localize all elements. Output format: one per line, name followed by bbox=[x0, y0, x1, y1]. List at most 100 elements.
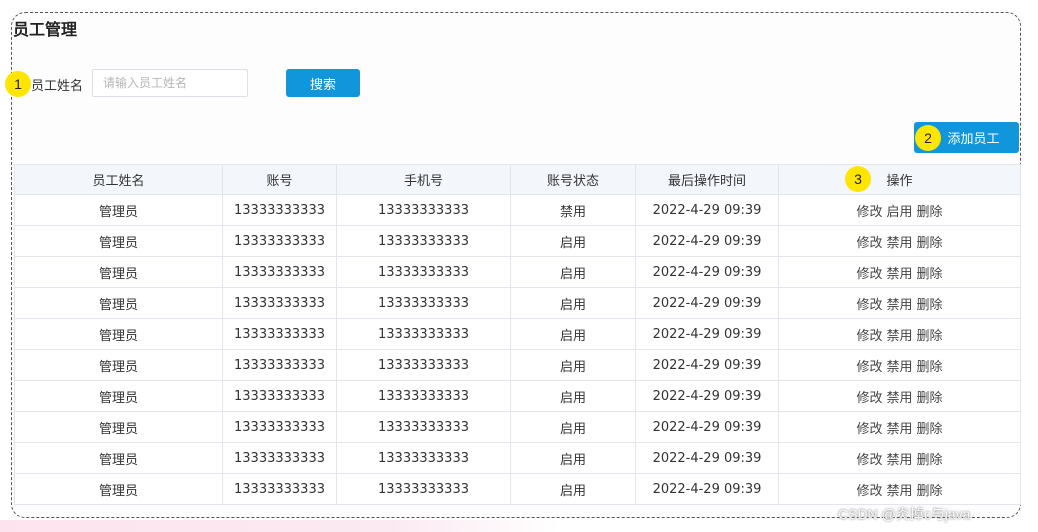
delete-link[interactable]: 删除 bbox=[917, 356, 943, 375]
disable-link[interactable]: 禁用 bbox=[886, 263, 912, 282]
cell-actions: 修改 禁用 删除 bbox=[778, 256, 1021, 288]
enable-link[interactable]: 启用 bbox=[886, 201, 912, 220]
disable-link[interactable]: 禁用 bbox=[886, 387, 912, 406]
edit-link[interactable]: 修改 bbox=[856, 449, 882, 468]
edit-link[interactable]: 修改 bbox=[856, 263, 882, 282]
column-header-last-time: 最后操作时间 bbox=[635, 164, 779, 195]
cell-account: 13333333333 bbox=[222, 380, 337, 412]
edit-link[interactable]: 修改 bbox=[856, 201, 882, 220]
cell-phone: 13333333333 bbox=[336, 256, 511, 288]
cell-account: 13333333333 bbox=[222, 411, 337, 443]
cell-last-time: 2022-4-29 09:39 bbox=[635, 318, 779, 350]
cell-account: 13333333333 bbox=[222, 287, 337, 319]
cell-status: 启用 bbox=[510, 442, 636, 474]
cell-actions: 修改 禁用 删除 bbox=[778, 349, 1021, 381]
disable-link[interactable]: 禁用 bbox=[886, 232, 912, 251]
table-row: 管理员 13333333333 13333333333 启用 2022-4-29 09:… bbox=[14, 318, 1021, 350]
cell-actions: 修改 禁用 删除 bbox=[778, 380, 1021, 412]
column-header-phone: 手机号 bbox=[336, 164, 511, 195]
cell-status: 启用 bbox=[510, 318, 636, 350]
cell-account: 13333333333 bbox=[222, 256, 337, 288]
cell-last-time: 2022-4-29 09:39 bbox=[635, 194, 779, 226]
edit-link[interactable]: 修改 bbox=[856, 232, 882, 251]
edit-link[interactable]: 修改 bbox=[856, 418, 882, 437]
delete-link[interactable]: 删除 bbox=[917, 201, 943, 220]
cell-name: 管理员 bbox=[14, 473, 223, 505]
edit-link[interactable]: 修改 bbox=[856, 325, 882, 344]
cell-phone: 13333333333 bbox=[336, 194, 511, 226]
cell-name: 管理员 bbox=[14, 194, 223, 226]
cell-status: 启用 bbox=[510, 411, 636, 443]
edit-link[interactable]: 修改 bbox=[856, 356, 882, 375]
cell-account: 13333333333 bbox=[222, 225, 337, 257]
search-input[interactable] bbox=[92, 69, 248, 97]
cell-name: 管理员 bbox=[14, 318, 223, 350]
table-row: 管理员 13333333333 13333333333 启用 2022-4-29 09:… bbox=[14, 442, 1021, 474]
cell-actions: 修改 禁用 删除 bbox=[778, 318, 1021, 350]
cell-status: 启用 bbox=[510, 287, 636, 319]
search-label: 员工姓名 bbox=[31, 79, 84, 94]
table-row: 管理员 13333333333 13333333333 禁用 2022-4-29 09:… bbox=[14, 194, 1021, 226]
table-row: 管理员 13333333333 13333333333 启用 2022-4-29 09:… bbox=[14, 287, 1021, 319]
cell-name: 管理员 bbox=[14, 256, 223, 288]
column-header-name: 员工姓名 bbox=[14, 164, 223, 195]
delete-link[interactable]: 删除 bbox=[917, 387, 943, 406]
cell-actions: 修改 启用 删除 bbox=[778, 194, 1021, 226]
disable-link[interactable]: 禁用 bbox=[886, 356, 912, 375]
cell-name: 管理员 bbox=[14, 349, 223, 381]
cell-name: 管理员 bbox=[14, 287, 223, 319]
cell-name: 管理员 bbox=[14, 442, 223, 474]
delete-link[interactable]: 删除 bbox=[917, 418, 943, 437]
disable-link[interactable]: 禁用 bbox=[886, 294, 912, 313]
table-row: 管理员 13333333333 13333333333 启用 2022-4-29 09:… bbox=[14, 473, 1021, 505]
cell-last-time: 2022-4-29 09:39 bbox=[635, 256, 779, 288]
cell-account: 13333333333 bbox=[222, 194, 337, 226]
cell-last-time: 2022-4-29 09:39 bbox=[635, 442, 779, 474]
decorative-strip bbox=[0, 520, 560, 532]
cell-phone: 13333333333 bbox=[336, 349, 511, 381]
disable-link[interactable]: 禁用 bbox=[886, 449, 912, 468]
table-row: 管理员 13333333333 13333333333 启用 2022-4-29 09:… bbox=[14, 349, 1021, 381]
delete-link[interactable]: 删除 bbox=[917, 294, 943, 313]
disable-link[interactable]: 禁用 bbox=[886, 325, 912, 344]
cell-last-time: 2022-4-29 09:39 bbox=[635, 225, 779, 257]
cell-phone: 13333333333 bbox=[336, 442, 511, 474]
cell-actions: 修改 禁用 删除 bbox=[778, 442, 1021, 474]
cell-status: 启用 bbox=[510, 256, 636, 288]
cell-status: 启用 bbox=[510, 225, 636, 257]
cell-last-time: 2022-4-29 09:39 bbox=[635, 473, 779, 505]
table-row: 管理员 13333333333 13333333333 启用 2022-4-29 09:… bbox=[14, 411, 1021, 443]
step-marker-2: 2 bbox=[915, 125, 941, 151]
table-row: 管理员 13333333333 13333333333 启用 2022-4-29 09:… bbox=[14, 380, 1021, 412]
page-title: 员工管理 bbox=[13, 20, 78, 39]
disable-link[interactable]: 禁用 bbox=[886, 418, 912, 437]
table-row: 管理员 13333333333 13333333333 启用 2022-4-29 09:… bbox=[14, 225, 1021, 257]
table-row: 管理员 13333333333 13333333333 启用 2022-4-29 09:… bbox=[14, 256, 1021, 288]
cell-phone: 13333333333 bbox=[336, 473, 511, 505]
cell-actions: 修改 禁用 删除 bbox=[778, 225, 1021, 257]
step-marker-1: 1 bbox=[5, 71, 31, 97]
edit-link[interactable]: 修改 bbox=[856, 480, 882, 499]
delete-link[interactable]: 删除 bbox=[917, 263, 943, 282]
delete-link[interactable]: 删除 bbox=[917, 325, 943, 344]
cell-phone: 13333333333 bbox=[336, 380, 511, 412]
cell-last-time: 2022-4-29 09:39 bbox=[635, 380, 779, 412]
column-header-actions: 操作 bbox=[778, 164, 1021, 195]
cell-name: 管理员 bbox=[14, 225, 223, 257]
cell-phone: 13333333333 bbox=[336, 318, 511, 350]
edit-link[interactable]: 修改 bbox=[856, 387, 882, 406]
cell-phone: 13333333333 bbox=[336, 411, 511, 443]
cell-phone: 13333333333 bbox=[336, 287, 511, 319]
disable-link[interactable]: 禁用 bbox=[886, 480, 912, 499]
search-button[interactable]: 搜索 bbox=[286, 69, 360, 97]
cell-name: 管理员 bbox=[14, 411, 223, 443]
cell-last-time: 2022-4-29 09:39 bbox=[635, 411, 779, 443]
delete-link[interactable]: 删除 bbox=[917, 449, 943, 468]
watermark: CSDN @炎掉c与java bbox=[838, 506, 971, 522]
cell-account: 13333333333 bbox=[222, 318, 337, 350]
employee-table: 员工姓名 账号 手机号 账号状态 最后操作时间 操作 管理员 1333333333… bbox=[14, 164, 1021, 505]
cell-status: 禁用 bbox=[510, 194, 636, 226]
delete-link[interactable]: 删除 bbox=[917, 232, 943, 251]
edit-link[interactable]: 修改 bbox=[856, 294, 882, 313]
delete-link[interactable]: 删除 bbox=[917, 480, 943, 499]
